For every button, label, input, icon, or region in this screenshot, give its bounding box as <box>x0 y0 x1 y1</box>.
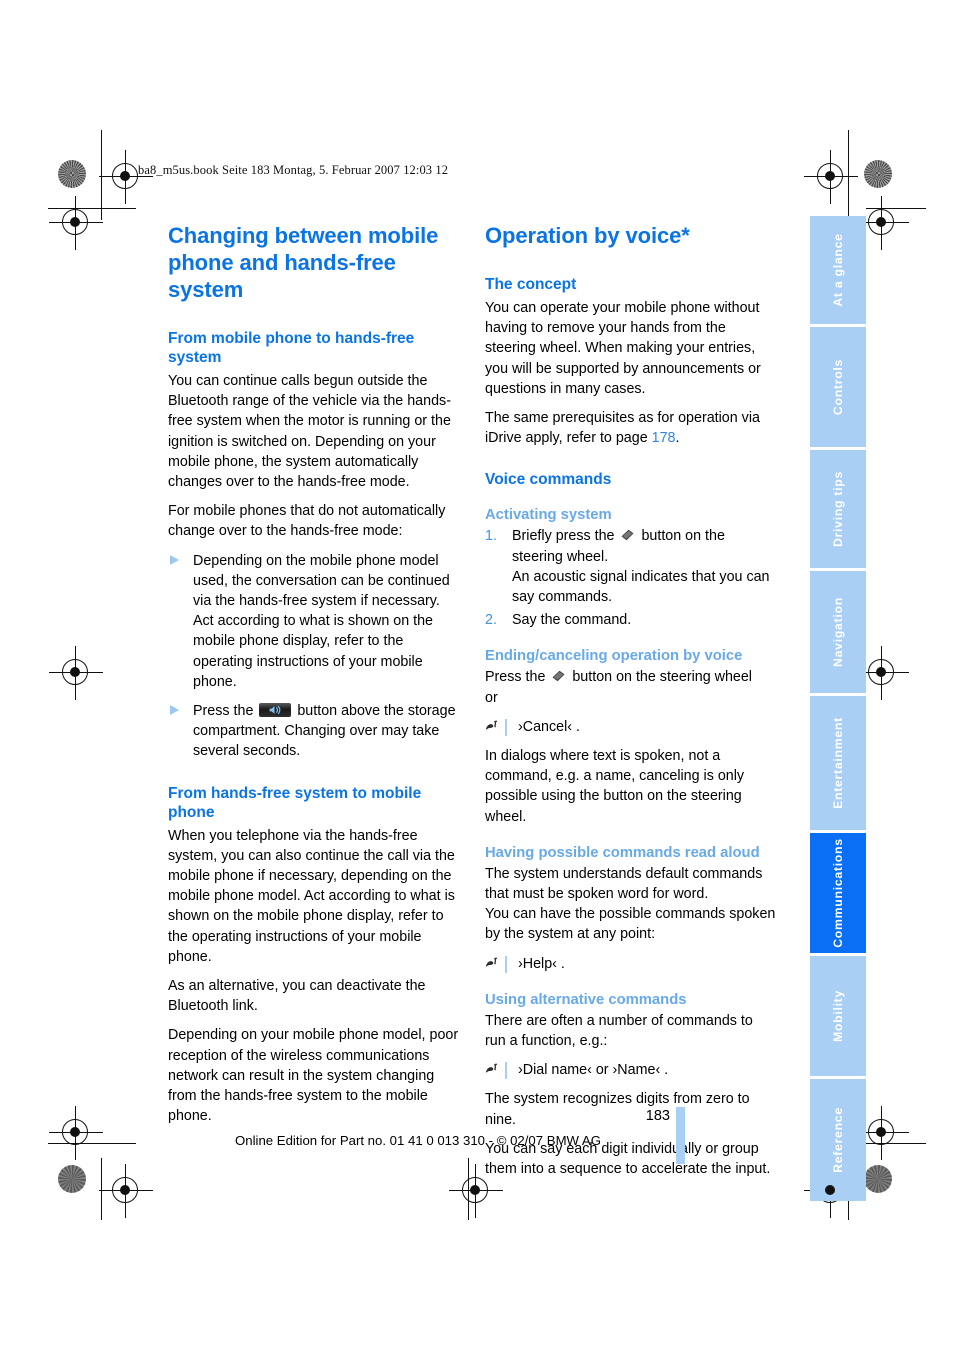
registration-mark-left-middle <box>49 646 103 700</box>
page-number: 183 <box>645 1108 670 1124</box>
list-item: 2. Say the command. <box>485 610 777 630</box>
triangle-bullet-icon <box>170 554 179 565</box>
tab-label: Communications <box>831 838 845 948</box>
section-tab-strip: At a glance Controls Driving tips Naviga… <box>810 216 866 1204</box>
tab-reference[interactable]: Reference <box>810 1079 866 1201</box>
paragraph-read-aloud-2: You can have the possible commands spoke… <box>485 906 776 943</box>
voice-command-icon <box>485 955 507 973</box>
crop-line-left-upper-horizontal <box>48 208 136 209</box>
ending-line1-after: button on the steering wheel <box>568 669 752 686</box>
paragraph-handsfree-to-mobile-3: Depending on your mobile phone model, po… <box>168 1027 459 1125</box>
step-number-1: 1. <box>485 528 497 545</box>
registration-mark-right-lower <box>855 1106 909 1160</box>
paragraph-read-aloud-1: The system understands default commands … <box>485 865 763 903</box>
crop-line-left-lower-horizontal <box>48 1143 136 1144</box>
page-title-right: Operation by voice* <box>485 223 690 248</box>
voice-command-help-label: ›Help‹ . <box>518 955 565 972</box>
tab-label: Driving tips <box>831 470 845 548</box>
heading-read-aloud: Having possible commands read aloud <box>485 844 760 861</box>
page-reference-link[interactable]: 178 <box>652 430 676 446</box>
handsfree-button-icon <box>259 703 292 718</box>
paragraph-alternative-1: There are often a number of commands to … <box>485 1012 753 1050</box>
heading-voice-commands: Voice commands <box>485 471 612 489</box>
list-item: Depending on the mobile phone model used… <box>168 551 460 692</box>
bullet-text-1: Depending on the mobile phone model used… <box>193 552 450 690</box>
paragraph-handsfree-to-mobile-2: As an alternative, you can deactivate th… <box>168 978 426 1015</box>
paragraph-handsfree-non-auto: For mobile phones that do not automatica… <box>168 503 446 540</box>
steering-wheel-button-icon <box>551 670 566 682</box>
tab-driving-tips[interactable]: Driving tips <box>810 450 866 568</box>
step-1-extra: An acoustic signal indicates that you ca… <box>512 568 770 606</box>
registration-mark-right-middle <box>855 646 909 700</box>
heading-the-concept: The concept <box>485 276 577 293</box>
tab-label: Controls <box>831 358 845 416</box>
paragraph-ending-press: Press the button on the steering wheel <box>485 667 777 687</box>
paragraph-handsfree-to-mobile-1: When you telephone via the hands-free sy… <box>168 827 455 965</box>
steering-wheel-button-icon <box>620 529 635 541</box>
tab-controls[interactable]: Controls <box>810 327 866 447</box>
file-slug-header: ba8_m5us.book Seite 183 Montag, 5. Febru… <box>138 163 449 177</box>
heading-from-mobile-to-handsfree: From mobile phone to hands-free system <box>168 330 415 366</box>
heading-ending-canceling: Ending/canceling operation by voice <box>485 648 743 665</box>
tab-at-a-glance[interactable]: At a glance <box>810 216 866 324</box>
list-item: Press the button above the storage compa… <box>168 701 460 762</box>
crop-line-right-upper-horizontal <box>866 208 926 209</box>
step-1-text-before: Briefly press the <box>512 528 619 545</box>
numbered-list-activating: 1. Briefly press the button on the steer… <box>485 526 777 630</box>
voice-command-dial-name-row: ›Dial name‹ or ›Name‹ . <box>485 1060 777 1080</box>
heading-alternative-commands: Using alternative commands <box>485 991 687 1008</box>
page-title-left: Changing between mobile phone and hands-… <box>168 223 439 302</box>
step-number-2: 2. <box>485 612 497 629</box>
bullet-text-2-before: Press the <box>193 703 258 720</box>
density-patch-bottom-right <box>864 1165 892 1193</box>
tab-navigation[interactable]: Navigation <box>810 571 866 693</box>
heading-from-handsfree-to-mobile: From hands-free system to mobile phone <box>168 784 422 821</box>
triangle-bullet-icon <box>170 705 179 716</box>
voice-command-dial-name-label: ›Dial name‹ or ›Name‹ . <box>518 1062 669 1079</box>
voice-command-cancel-row: ›Cancel‹ . <box>485 717 777 737</box>
tab-mobility[interactable]: Mobility <box>810 956 866 1076</box>
density-patch-bottom-left <box>58 1165 86 1193</box>
registration-mark-left-upper <box>49 196 103 250</box>
tab-communications[interactable]: Communications <box>810 833 866 953</box>
left-text-column: Changing between mobile phone and hands-… <box>168 222 460 1136</box>
tab-label: Mobility <box>831 989 845 1043</box>
ending-line1-before: Press the <box>485 669 550 686</box>
bullet-list-handsfree: Depending on the mobile phone model used… <box>168 551 460 762</box>
tab-label: At a glance <box>831 233 845 307</box>
voice-command-help-row: ›Help‹ . <box>485 954 777 974</box>
paragraph-handsfree-intro: You can continue calls begun outside the… <box>168 373 451 491</box>
tab-entertainment[interactable]: Entertainment <box>810 696 866 830</box>
tab-label: Navigation <box>831 597 845 667</box>
concept-prereq-after: . <box>675 430 680 447</box>
voice-command-icon <box>485 1062 507 1080</box>
tab-label: Entertainment <box>831 717 845 809</box>
registration-mark-top-left <box>99 150 153 204</box>
registration-mark-left-lower <box>49 1106 103 1160</box>
right-text-column: Operation by voice* The concept You can … <box>485 222 777 1188</box>
paragraph-concept-1: You can operate your mobile phone withou… <box>485 300 761 397</box>
footer-accent-bar <box>676 1107 685 1164</box>
paragraph-ending-or: or <box>485 689 498 706</box>
list-item: 1. Briefly press the button on the steer… <box>485 526 777 607</box>
voice-command-cancel-label: ›Cancel‹ . <box>518 718 580 735</box>
registration-mark-bottom-left <box>99 1164 153 1218</box>
heading-activating-system: Activating system <box>485 507 612 524</box>
density-patch-top-left <box>58 160 86 188</box>
density-patch-top-right <box>864 160 892 188</box>
step-2-text: Say the command. <box>512 612 632 629</box>
concept-prereq-before: The same prerequisites as for operation … <box>485 410 760 447</box>
registration-mark-right-upper <box>855 196 909 250</box>
paragraph-ending-dialogs: In dialogs where text is spoken, not a c… <box>485 748 745 825</box>
registration-mark-top-right <box>804 150 858 204</box>
voice-command-icon <box>485 718 507 736</box>
paragraph-concept-2: The same prerequisites as for operation … <box>485 408 777 448</box>
tab-label: Reference <box>831 1107 845 1173</box>
footer-copyright: Online Edition for Part no. 01 41 0 013 … <box>235 1133 601 1148</box>
